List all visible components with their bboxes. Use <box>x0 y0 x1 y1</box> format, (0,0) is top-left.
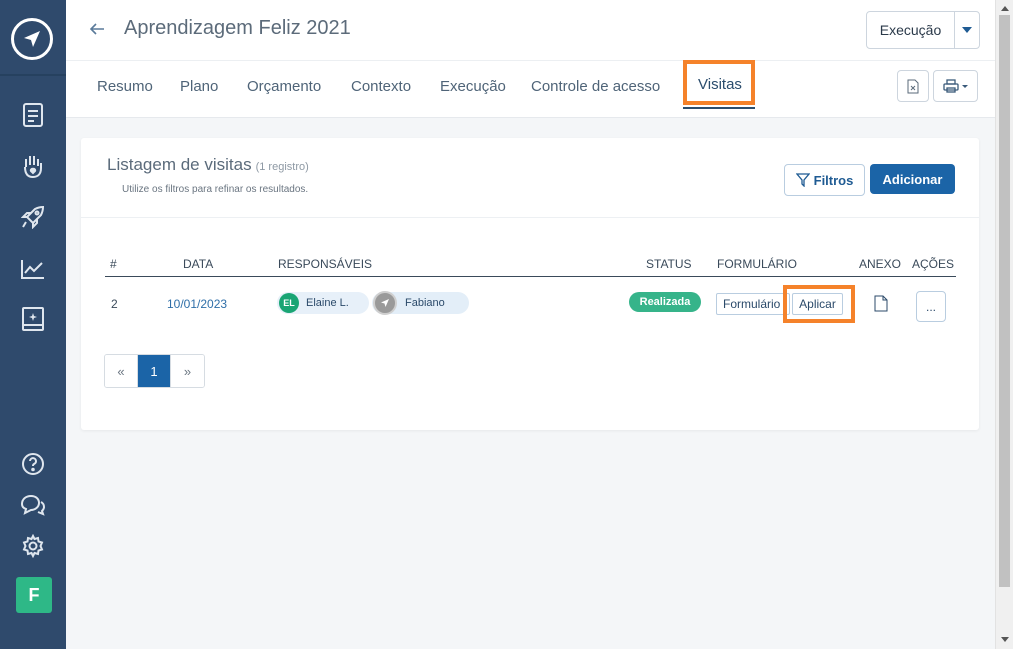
add-button[interactable]: Adicionar <box>870 164 955 194</box>
card-title: Listagem de visitas (1 registro) <box>107 155 309 175</box>
row-number: 2 <box>111 297 118 311</box>
printer-icon <box>942 79 968 93</box>
header: Aprendizagem Feliz 2021 Execução Resumo … <box>66 0 995 118</box>
execution-button[interactable]: Execução <box>867 12 955 48</box>
pagination-page-1[interactable]: 1 <box>138 355 171 387</box>
col-header-acoes: AÇÕES <box>912 257 955 271</box>
sidebar: F <box>0 0 66 649</box>
sidebar-divider <box>0 74 66 76</box>
active-tab-indicator <box>683 107 755 109</box>
page-title: Aprendizagem Feliz 2021 <box>124 17 351 39</box>
attachment-file-icon[interactable] <box>874 295 888 312</box>
rocket-icon[interactable] <box>19 203 47 231</box>
pagination-next[interactable]: » <box>171 355 204 387</box>
paper-plane-logo-icon[interactable] <box>11 18 53 60</box>
table-header-line <box>105 276 956 277</box>
tab-contexto[interactable]: Contexto <box>351 78 411 95</box>
vertical-scrollbar[interactable] <box>995 0 1013 649</box>
main-content: Aprendizagem Feliz 2021 Execução Resumo … <box>66 0 995 649</box>
tab-controle-de-acesso[interactable]: Controle de acesso <box>531 78 660 95</box>
document-icon[interactable] <box>19 101 47 129</box>
tab-highlight-box <box>683 60 755 105</box>
responsible-chip[interactable]: Fabiano <box>372 291 469 315</box>
chart-line-icon[interactable] <box>19 255 47 283</box>
print-button[interactable] <box>933 70 978 102</box>
col-header-num: # <box>110 257 117 271</box>
visits-card: Listagem de visitas (1 registro) Utilize … <box>81 138 979 430</box>
gear-icon[interactable] <box>19 532 47 560</box>
hand-heart-icon[interactable] <box>19 152 47 180</box>
tab-resumo[interactable]: Resumo <box>97 78 153 95</box>
chevron-down-icon[interactable] <box>955 12 979 48</box>
apply-highlight-box <box>783 285 855 323</box>
card-subtitle: Utilize os filtros para refinar os resul… <box>122 184 309 195</box>
tab-orcamento[interactable]: Orçamento <box>247 78 321 95</box>
filter-icon <box>795 173 810 187</box>
status-badge: Realizada <box>629 292 701 312</box>
col-header-anexo: ANEXO <box>859 257 902 271</box>
row-date-link[interactable]: 10/01/2023 <box>167 297 227 311</box>
paper-plane-avatar-icon <box>373 291 397 315</box>
back-arrow-icon[interactable] <box>86 18 108 40</box>
export-excel-button[interactable] <box>897 70 929 102</box>
form-button[interactable]: Formulário <box>716 293 790 315</box>
col-header-formulario: FORMULÁRIO <box>717 257 798 271</box>
col-header-responsaveis: RESPONSÁVEIS <box>278 257 373 271</box>
chat-icon[interactable] <box>19 491 47 519</box>
execution-dropdown[interactable]: Execução <box>866 11 980 49</box>
user-avatar[interactable]: F <box>16 577 52 613</box>
filters-label: Filtros <box>813 172 854 188</box>
actions-menu-button[interactable]: ... <box>916 291 946 322</box>
card-title-text: Listagem de visitas <box>107 155 252 174</box>
card-divider <box>81 217 979 218</box>
responsible-chip[interactable]: EL Elaine L. <box>277 292 369 314</box>
avatar: EL <box>279 293 299 313</box>
scroll-up-arrow-icon[interactable] <box>1000 3 1010 13</box>
pagination: « 1 » <box>104 354 205 388</box>
record-count: (1 registro) <box>255 161 309 173</box>
excel-file-icon <box>907 79 919 93</box>
col-header-status: STATUS <box>646 257 692 271</box>
responsible-name: Elaine L. <box>306 297 349 309</box>
help-icon[interactable] <box>19 450 47 478</box>
tab-plano[interactable]: Plano <box>180 78 218 95</box>
filters-button[interactable]: Filtros <box>784 164 865 196</box>
header-divider <box>66 60 995 61</box>
responsible-name: Fabiano <box>405 297 445 309</box>
scroll-down-arrow-icon[interactable] <box>1000 634 1010 644</box>
scrollbar-thumb[interactable] <box>999 15 1010 587</box>
tab-execucao[interactable]: Execução <box>440 78 506 95</box>
pagination-prev[interactable]: « <box>105 355 138 387</box>
col-header-data: DATA <box>183 257 214 271</box>
notebook-sparkle-icon[interactable] <box>19 305 47 333</box>
